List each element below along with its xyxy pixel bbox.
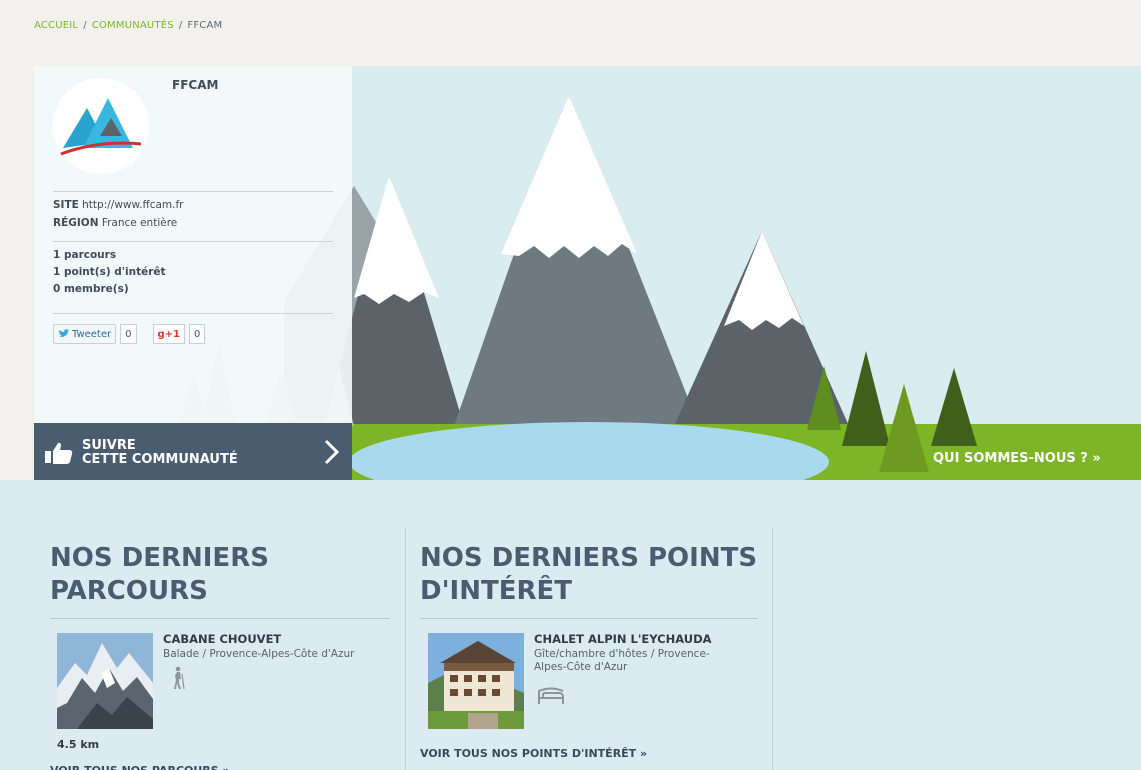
twitter-bird-icon [58, 329, 70, 337]
see-all-routes-link[interactable]: VOIR TOUS NOS PARCOURS » [50, 764, 230, 770]
route-thumbnail[interactable] [57, 633, 153, 729]
poi-thumbnail[interactable] [428, 633, 524, 729]
column-divider [772, 528, 773, 770]
region-value: France entière [101, 217, 178, 229]
community-name: FFCAM [172, 78, 219, 92]
mountain-logo-icon [60, 98, 142, 156]
route-photo [57, 633, 153, 729]
poi-meta-line2: Alpes-Côte d'Azur [534, 661, 628, 673]
follow-label-line1: SUIVRE [82, 438, 136, 453]
route-meta: Balade / Provence-Alpes-Côte d'Azur [163, 648, 355, 660]
pois-title-line1: NOS DERNIERS POINTS [420, 543, 758, 573]
poi-meta: Gîte/chambre d'hôtes / Provence- Alpes-C… [534, 648, 710, 674]
stat-pois: 1 point(s) d'intérêt [53, 266, 166, 278]
stat-members: 0 membre(s) [53, 283, 129, 295]
poi-title[interactable]: CHALET ALPIN L'EYCHAUDA [534, 632, 712, 646]
breadcrumb-separator: / [83, 20, 87, 31]
section-rule [50, 618, 390, 619]
divider [53, 191, 333, 192]
routes-title-line1: NOS DERNIERS [50, 543, 269, 573]
breadcrumb-separator: / [178, 20, 183, 31]
section-rule [420, 618, 758, 619]
poi-meta-line1: Gîte/chambre d'hôtes / Provence- [534, 648, 710, 660]
follow-label-line2: CETTE COMMUNAUTÉ [82, 452, 238, 467]
bed-icon [538, 687, 564, 704]
site-label: SITE [53, 199, 79, 211]
see-all-pois-link[interactable]: VOIR TOUS NOS POINTS D'INTÉRÊT » [420, 747, 647, 760]
community-site: SITE http://www.ffcam.fr [53, 197, 183, 214]
column-divider [405, 528, 406, 770]
tweet-count: 0 [120, 324, 137, 344]
chevron-right-icon [324, 439, 340, 465]
main-content [0, 480, 1141, 770]
breadcrumb-current: FFCAM [187, 20, 223, 31]
stat-routes: 1 parcours [53, 249, 117, 261]
poi-photo [428, 633, 524, 729]
gplus-button[interactable]: g+1 [152, 324, 185, 344]
route-title[interactable]: CABANE CHOUVET [163, 632, 281, 646]
follow-community-button[interactable]: SUIVRE CETTE COMMUNAUTÉ [34, 423, 352, 480]
routes-title-line2: PARCOURS [50, 576, 208, 606]
breadcrumb-home[interactable]: ACCUEIL [34, 20, 78, 31]
divider [53, 241, 333, 242]
site-link[interactable]: http://www.ffcam.fr [82, 199, 183, 211]
hiker-icon [174, 666, 185, 690]
thumbs-up-icon [45, 442, 73, 464]
community-stats: 1 parcours 1 point(s) d'intérêt 0 membre… [53, 247, 166, 298]
breadcrumb: ACCUEIL / COMMUNAUTÉS / FFCAM [34, 20, 222, 31]
community-region: RÉGION France entière [53, 215, 177, 232]
follow-label: SUIVRE CETTE COMMUNAUTÉ [82, 439, 238, 467]
tweet-label: Tweeter [72, 328, 112, 340]
divider [53, 313, 333, 314]
community-logo [53, 78, 149, 174]
top-bar [0, 0, 1141, 63]
community-profile-panel: FFCAM SITE http://www.ffcam.fr RÉGION Fr… [34, 66, 352, 423]
pois-section-title: NOS DERNIERS POINTS D'INTÉRÊT [420, 542, 757, 608]
gplus-count: 0 [189, 324, 206, 344]
pois-title-line2: D'INTÉRÊT [420, 576, 572, 606]
breadcrumb-communities[interactable]: COMMUNAUTÉS [92, 20, 174, 31]
social-buttons: Tweeter 0 g+1 0 [53, 324, 206, 344]
about-us-link[interactable]: QUI SOMMES-NOUS ? » [933, 451, 1101, 466]
routes-section-title: NOS DERNIERS PARCOURS [50, 542, 269, 608]
tweet-button[interactable]: Tweeter [53, 324, 117, 344]
route-distance: 4.5 km [57, 738, 100, 751]
region-label: RÉGION [53, 217, 99, 229]
